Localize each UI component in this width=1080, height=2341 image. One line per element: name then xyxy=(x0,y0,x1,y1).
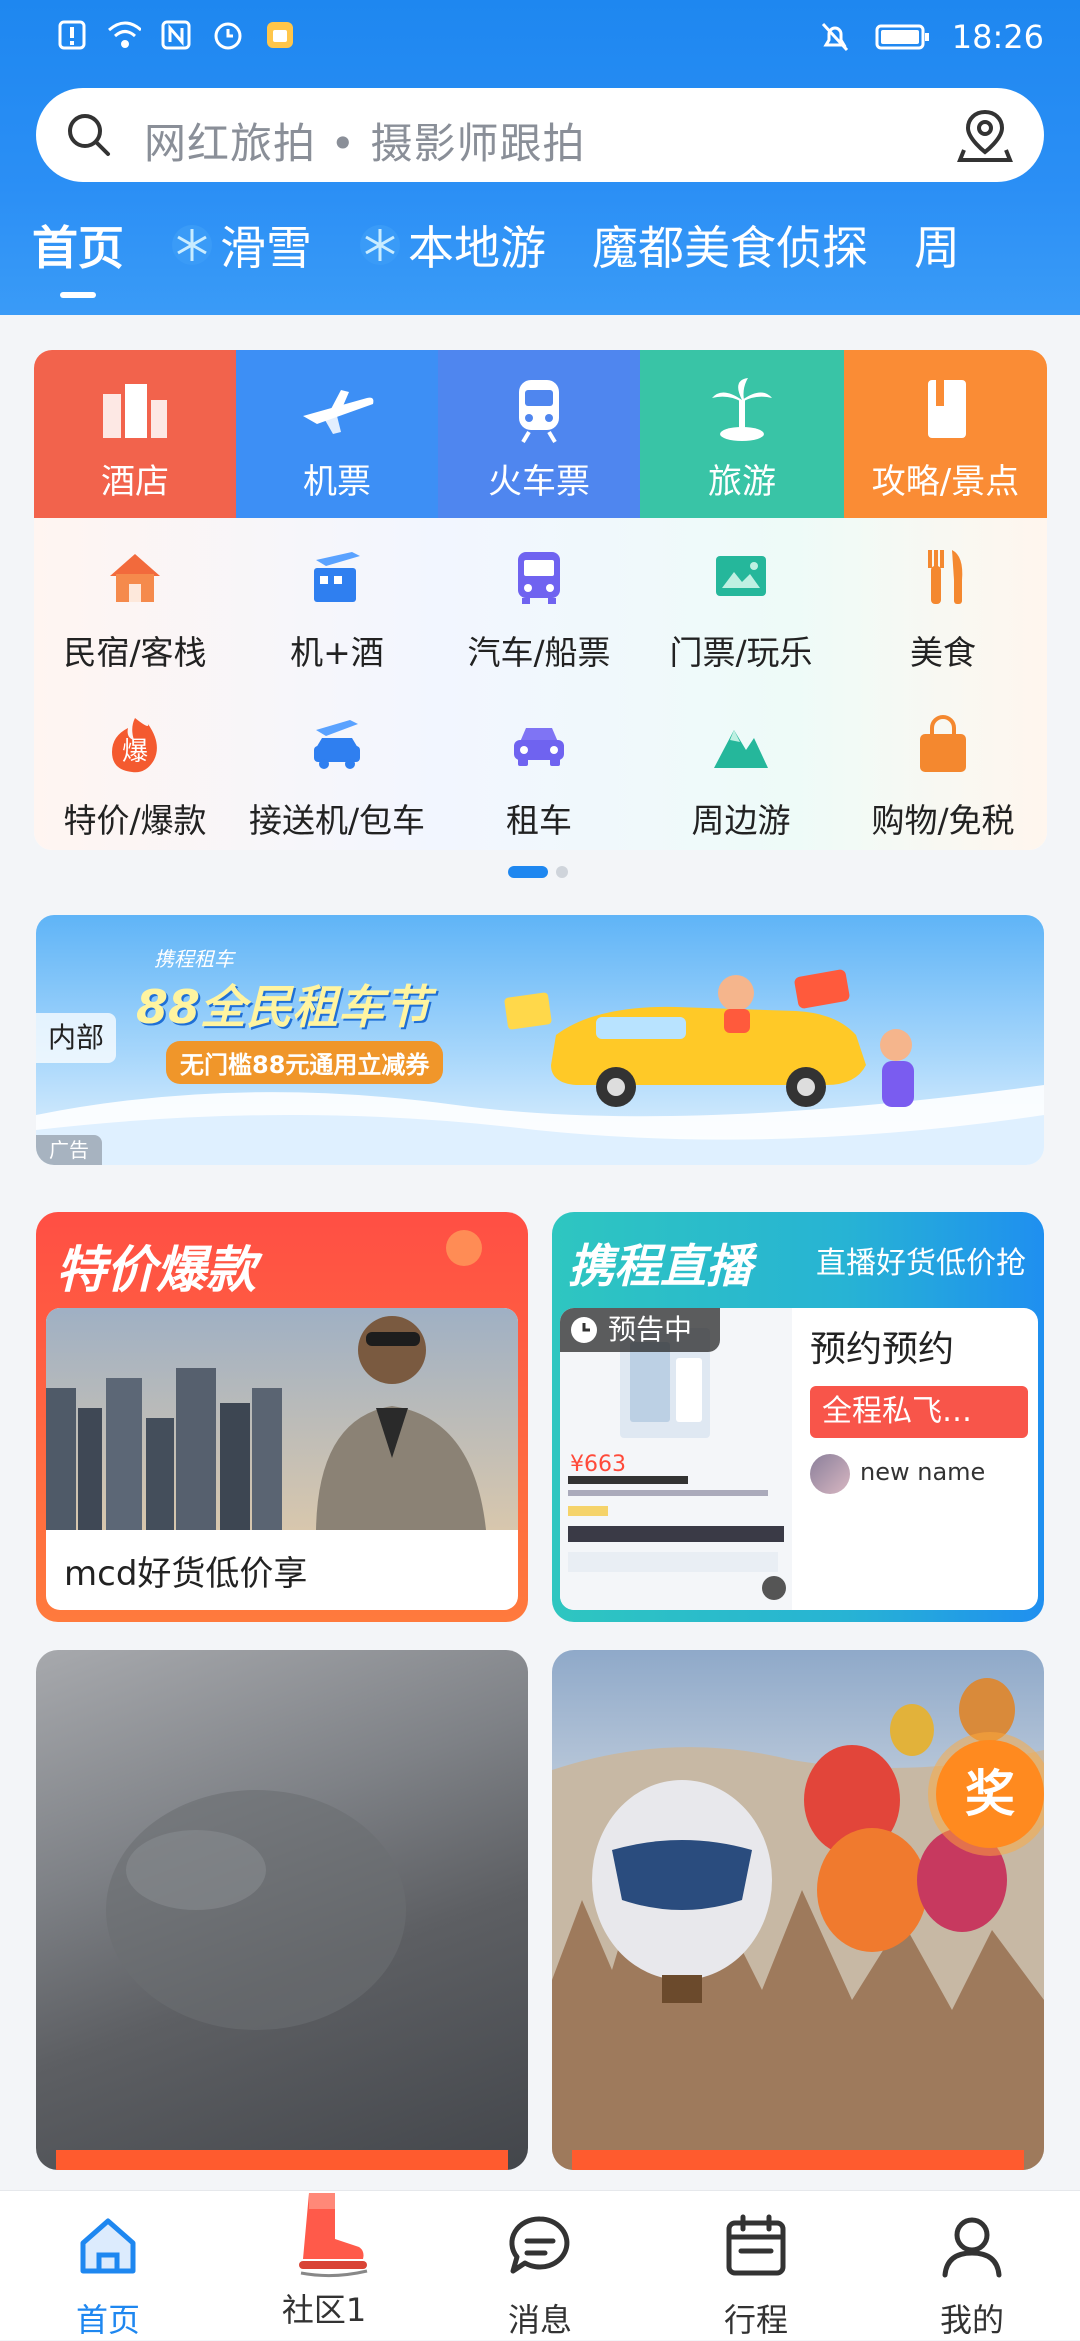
nav-home[interactable]: 首页 xyxy=(33,2211,183,2341)
svg-text:爆: 爆 xyxy=(122,737,148,767)
status-time: 18:26 xyxy=(951,18,1044,56)
airport-car-icon xyxy=(314,720,360,769)
feed-card-right[interactable]: 奖 xyxy=(552,1650,1044,2170)
nav-community[interactable]: 社区1 xyxy=(249,2193,399,2331)
service-food[interactable]: 美食 xyxy=(842,522,1044,682)
nfc-icon xyxy=(159,18,193,52)
service-tickets[interactable]: 门票/玩乐 xyxy=(640,522,842,682)
preview-badge: 预告中 xyxy=(560,1308,720,1352)
category-travel[interactable]: 旅游 xyxy=(640,350,844,518)
snowflake-icon xyxy=(360,225,400,265)
ad-tag: 广告 xyxy=(36,1135,102,1165)
search-icon xyxy=(68,114,110,156)
community-boot-icon xyxy=(299,2193,368,2278)
hot-deals-panel: mcd好货低价享 xyxy=(46,1308,518,1610)
tab-home[interactable]: 首页 xyxy=(32,212,124,298)
category-guide[interactable]: 攻略/景点 xyxy=(844,350,1047,518)
page-dot xyxy=(556,866,568,878)
hot-deals-card[interactable]: 特价爆款 mcd好货低价享 xyxy=(36,1212,528,1622)
service-hot-deals[interactable]: 爆 特价/爆款 xyxy=(34,690,236,850)
hot-deals-caption: mcd好货低价享 xyxy=(64,1554,308,1594)
category-train[interactable]: 火车票 xyxy=(438,350,640,518)
award-badge: 奖 xyxy=(936,1740,1044,1848)
status-bar: 18:26 xyxy=(0,0,1080,78)
hotel-icon xyxy=(103,384,167,438)
hot-air-balloon-photo xyxy=(552,1678,1044,2170)
header: 18:26 网红旅拍 • 摄影师跟拍 首页 滑雪 本地游 魔都美食侦探 周 xyxy=(0,0,1080,315)
live-stream-card[interactable]: 携程直播 直播好货低价抢 ¥663 预告中 预约预约 全程私飞… new nam… xyxy=(552,1212,1044,1622)
bottom-nav: 首页 社区1 消息 行程 我的 xyxy=(0,2190,1080,2340)
avatar xyxy=(810,1454,850,1494)
wifi-icon xyxy=(107,18,141,52)
service-flight-hotel[interactable]: 机+酒 xyxy=(236,522,438,682)
calendar-icon xyxy=(726,2214,786,2276)
car-icon xyxy=(514,728,564,766)
tab-shanghai-food[interactable]: 魔都美食侦探 xyxy=(592,212,868,278)
tab-skiing[interactable]: 滑雪 xyxy=(170,212,312,278)
service-nearby-tour[interactable]: 周边游 xyxy=(640,690,842,850)
guide-book-icon xyxy=(927,380,966,438)
banner-brand: 携程租车 xyxy=(154,947,234,971)
service-car-rental[interactable]: 租车 xyxy=(438,690,640,850)
snowflake-icon xyxy=(172,225,212,265)
hot-deals-title: 特价爆款 xyxy=(56,1241,256,1299)
palm-tree-icon xyxy=(712,378,772,441)
page-indicator xyxy=(508,866,568,878)
service-bus-ship[interactable]: 汽车/船票 xyxy=(438,522,640,682)
product-price: ¥663 xyxy=(570,1452,626,1477)
streamer-name: new name xyxy=(860,1458,986,1486)
clock-icon xyxy=(571,1317,597,1343)
bus-icon xyxy=(518,552,560,604)
city-man-photo xyxy=(46,1308,518,1530)
hot-deal-icon: 爆 xyxy=(112,718,157,773)
page-dot-active xyxy=(508,866,548,878)
app-notification-icon xyxy=(263,18,297,52)
tab-local-tour[interactable]: 本地游 xyxy=(358,212,546,278)
car-rental-banner[interactable]: 携程租车 88全民租车节 无门槛88元通用立减券 内部 广告 xyxy=(36,915,1044,1165)
internal-tag: 内部 xyxy=(36,1013,116,1063)
category-grid: 酒店 机票 火车票 旅游 攻略/景点 民宿/客栈 机+酒 汽车/船票 门票/玩乐… xyxy=(34,350,1047,850)
blurred-photo xyxy=(56,1790,508,2170)
service-homestay[interactable]: 民宿/客栈 xyxy=(34,522,236,682)
mountain-icon xyxy=(714,730,768,768)
ticket-icon xyxy=(716,556,766,596)
tab-more[interactable]: 周 xyxy=(914,212,960,278)
nav-profile[interactable]: 我的 xyxy=(897,2211,1047,2341)
live-stream-panel: ¥663 预告中 预约预约 全程私飞… new name xyxy=(560,1308,1038,1610)
train-icon xyxy=(519,380,559,444)
search-bar[interactable]: 网红旅拍 • 摄影师跟拍 xyxy=(36,88,1044,182)
banner-title: 88全民租车节 xyxy=(136,980,431,1034)
category-flight[interactable]: 机票 xyxy=(236,350,438,518)
plane-icon xyxy=(303,390,374,434)
category-hotel[interactable]: 酒店 xyxy=(34,350,236,518)
decor-circle xyxy=(446,1230,482,1266)
house-icon xyxy=(110,554,160,602)
live-tag: 全程私飞… xyxy=(810,1386,1028,1438)
shopping-bag-icon xyxy=(920,715,966,772)
live-stream-title: 携程直播 xyxy=(568,1239,752,1293)
search-placeholder[interactable]: 网红旅拍 • 摄影师跟拍 xyxy=(144,110,585,171)
battery-icon xyxy=(874,20,930,54)
fork-knife-icon xyxy=(928,550,963,604)
alert-icon xyxy=(55,18,89,52)
message-icon xyxy=(509,2216,570,2274)
location-pin-icon[interactable] xyxy=(956,106,1014,164)
feed-card-left[interactable] xyxy=(36,1650,528,2170)
service-shopping[interactable]: 购物/免税 xyxy=(842,690,1044,850)
nav-trips[interactable]: 行程 xyxy=(681,2211,831,2341)
nav-messages[interactable]: 消息 xyxy=(465,2211,615,2341)
service-airport-transfer[interactable]: 接送机/包车 xyxy=(236,690,438,850)
banner-subtitle: 无门槛88元通用立减券 xyxy=(166,1041,444,1084)
category-tabs: 首页 滑雪 本地游 魔都美食侦探 周 xyxy=(32,210,960,298)
live-product-title: 预约预约 xyxy=(810,1329,955,1370)
profile-icon xyxy=(942,2217,1002,2278)
bell-muted-icon xyxy=(818,20,852,54)
product-preview: ¥663 xyxy=(560,1308,792,1610)
flight-hotel-icon xyxy=(314,552,360,602)
alarm-icon xyxy=(211,18,245,52)
home-icon xyxy=(80,2218,136,2274)
live-stream-subtitle: 直播好货低价抢 xyxy=(816,1246,1026,1281)
